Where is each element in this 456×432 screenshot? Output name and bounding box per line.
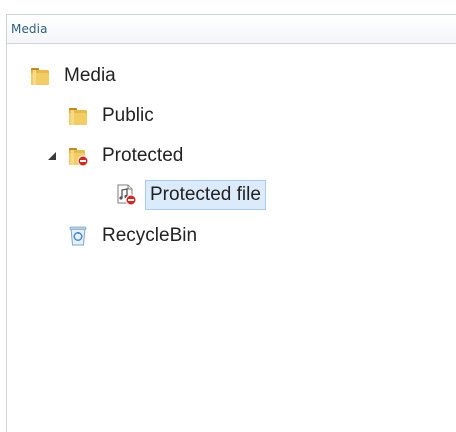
recycle-bin-icon [67, 225, 89, 247]
tree-node-protected-file[interactable]: Protected file [115, 180, 266, 210]
tree-node-label: RecycleBin [102, 225, 198, 246]
panel-title: Media [11, 22, 48, 36]
tree-node-label: Media [64, 65, 116, 86]
tree-node-public[interactable]: Public [67, 101, 159, 131]
tree-node-protected[interactable]: Protected [67, 141, 188, 171]
expand-toggle-icon[interactable] [47, 151, 57, 161]
folder-icon [67, 105, 89, 127]
tree-node-label: Protected file [145, 180, 266, 210]
tree-node-media[interactable]: Media [29, 61, 121, 91]
media-panel: Media Media Public Protected Protected f… [6, 14, 456, 432]
tree-node-label: Public [102, 105, 154, 126]
protected-file-icon [115, 184, 137, 206]
tree-node-label: Protected [102, 145, 184, 166]
folder-icon [29, 65, 51, 87]
tree-node-recyclebin[interactable]: RecycleBin [67, 221, 202, 251]
protected-folder-icon [67, 145, 89, 167]
panel-header: Media [7, 15, 456, 44]
